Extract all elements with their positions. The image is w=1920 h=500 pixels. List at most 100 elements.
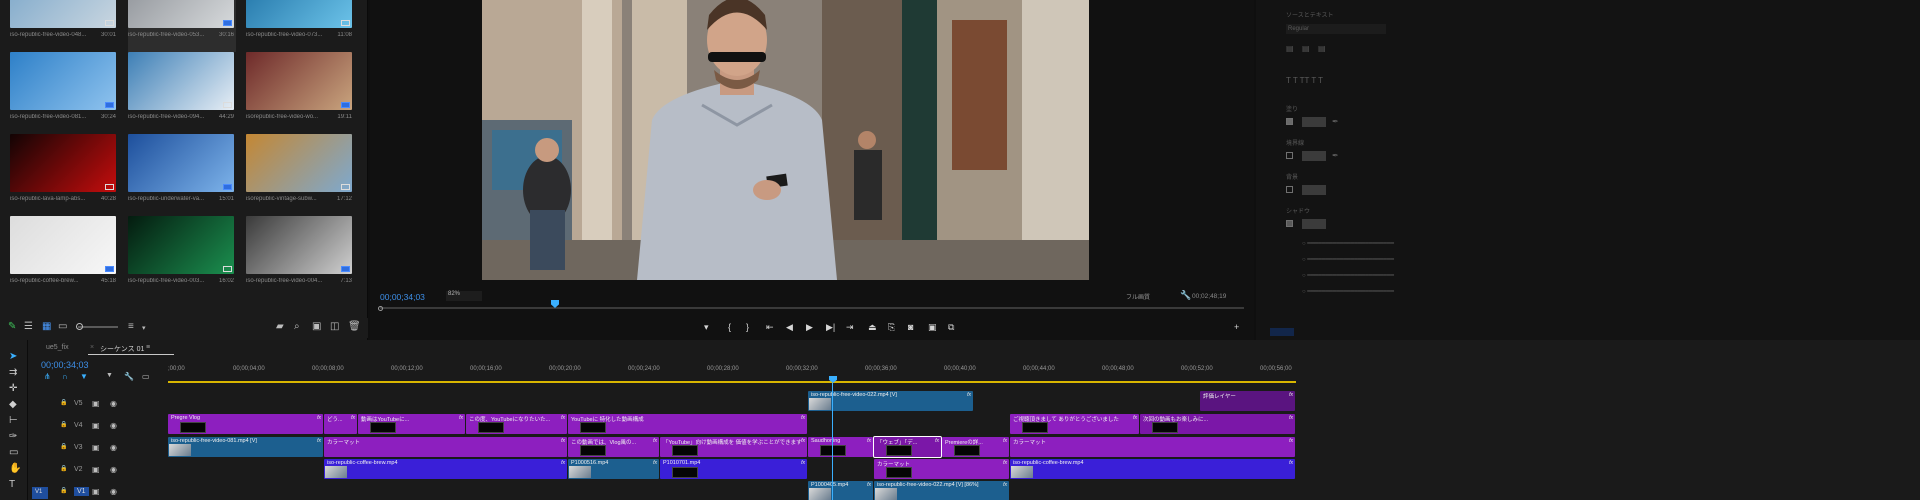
go-to-out-icon[interactable]: ⇥ xyxy=(846,322,854,332)
quality-dropdown[interactable]: フル画質 xyxy=(1126,292,1150,301)
eye-icon[interactable]: ◉ xyxy=(110,421,117,430)
wrench-icon[interactable]: 🔧 xyxy=(1180,290,1191,301)
project-clip-thumbnail[interactable]: iso-republic-coffee-brew... 45:18 xyxy=(10,216,118,298)
timeline-clip[interactable]: 評価レイヤー fx xyxy=(1200,391,1295,411)
track-header-v5[interactable]: 🔒 V5 ▣ ◉ xyxy=(28,393,168,415)
timeline-ruler[interactable]: ;00;00 00;00;04;00 00;00;08;00 00;00;12;00 0… xyxy=(168,366,1298,378)
rectangle-tool-icon[interactable]: ▭ xyxy=(9,448,18,458)
trash-icon[interactable]: 🗑 xyxy=(348,322,361,332)
step-back-icon[interactable]: ◀ xyxy=(786,322,793,332)
timeline-clip[interactable]: カラーマット fx xyxy=(324,437,567,457)
timeline-clip[interactable]: 動画はYouTubeに... fx xyxy=(358,414,465,434)
camera-icon[interactable]: ◙ xyxy=(908,322,913,332)
tab-ue5-fix[interactable]: ue5_fix xyxy=(46,344,69,351)
timeline-clip[interactable]: iso-republic-free-video-081.mp4 [V] fx xyxy=(168,437,323,457)
monitor-timecode[interactable]: 00;00;34;03 xyxy=(380,292,425,302)
list-view-icon[interactable]: ☰ xyxy=(24,322,33,332)
timeline-clip[interactable]: P1010701.mp4 fx xyxy=(660,459,807,479)
align-left-icon[interactable]: ▤ xyxy=(1286,44,1294,53)
project-clip-thumbnail[interactable]: iso-republic-free-video-081... 30:24 xyxy=(10,52,118,134)
add-marker-icon[interactable]: ▾ xyxy=(704,322,709,332)
text-bold-icon[interactable]: T T TT T T xyxy=(1286,76,1323,85)
project-clip-thumbnail[interactable]: isorepublic-vintage-subw... 17:12 xyxy=(246,134,354,216)
sync-lock-icon[interactable]: ▣ xyxy=(92,421,100,430)
wrench-icon[interactable]: 🔧 xyxy=(124,372,134,381)
timeline-clip[interactable]: カラーマット fx xyxy=(874,459,1009,479)
linked-selection-icon[interactable]: ∩ xyxy=(62,372,68,381)
export-frame-icon[interactable]: ⧉ xyxy=(948,322,954,332)
close-icon[interactable]: × xyxy=(90,344,94,351)
track-header-v1[interactable]: 🔒 V1 ▣ ◉ V1 xyxy=(28,481,168,500)
eye-icon[interactable]: ◉ xyxy=(110,465,117,474)
go-to-in-icon[interactable]: ⇤ xyxy=(766,322,774,332)
freeform-view-icon[interactable]: ▭ xyxy=(58,322,67,332)
zoom-slider[interactable] xyxy=(78,326,118,328)
timeline-clip[interactable]: この動画では、Vlog風の... fx xyxy=(568,437,659,457)
lock-icon[interactable]: 🔒 xyxy=(60,399,67,406)
sync-lock-icon[interactable]: ▣ xyxy=(92,443,100,452)
eyedropper-icon[interactable]: ✒ xyxy=(1332,151,1339,160)
eye-icon[interactable]: ◉ xyxy=(110,399,117,408)
stroke-color-swatch[interactable] xyxy=(1302,151,1326,161)
search-icon[interactable]: ⌕ xyxy=(294,322,300,332)
lock-icon[interactable]: 🔒 xyxy=(60,443,67,450)
mark-out-icon[interactable]: } xyxy=(746,322,749,332)
timeline-playhead-line[interactable] xyxy=(832,383,833,500)
new-item-icon[interactable]: ◫ xyxy=(330,322,339,332)
extract-icon[interactable]: ⎘ xyxy=(888,322,895,332)
timeline-clip[interactable]: カラーマット fx xyxy=(1010,437,1295,457)
lock-icon[interactable]: 🔒 xyxy=(60,421,67,428)
step-forward-icon[interactable]: ▶| xyxy=(826,322,835,332)
timeline-clip[interactable]: 次回の動画もお楽しみに... fx xyxy=(1140,414,1295,434)
pen-tool-icon[interactable]: ✑ xyxy=(9,432,17,442)
compare-view-icon[interactable]: ▣ xyxy=(928,322,937,332)
lift-icon[interactable]: ⏏ xyxy=(868,322,877,332)
eye-icon[interactable]: ◉ xyxy=(110,487,117,496)
timeline-clip[interactable]: Saudhoning fx xyxy=(808,437,873,457)
tab-sequence-01[interactable]: シーケンス 01 xyxy=(100,344,144,354)
timeline-timecode[interactable]: 00;00;34;03 xyxy=(41,360,89,370)
project-clip-thumbnail[interactable]: iso-republic-free-video-004... 7:13 xyxy=(246,216,354,298)
lock-icon[interactable]: 🔒 xyxy=(60,487,67,494)
project-clip-thumbnail[interactable]: iso-republic-free-video-003... 16:02 xyxy=(128,216,236,298)
timeline-clip[interactable]: iso-republic-free-video-022.mp4 [V] [86%… xyxy=(874,481,1009,500)
eye-icon[interactable]: ◉ xyxy=(110,443,117,452)
project-clip-thumbnail[interactable]: iso-republic-lava-lamp-abs... 40:28 xyxy=(10,134,118,216)
sync-lock-icon[interactable]: ▣ xyxy=(92,399,100,408)
track-select-icon[interactable]: ⇉ xyxy=(9,368,17,378)
project-clip-thumbnail[interactable]: iso-republic-underwater-va... 15:01 xyxy=(128,134,236,216)
captions-icon[interactable]: ▭ xyxy=(142,372,150,381)
bin-icon[interactable]: ▰ xyxy=(276,322,284,332)
pencil-icon[interactable]: ✎ xyxy=(8,322,16,332)
shadow-color-swatch[interactable] xyxy=(1302,219,1326,229)
chevron-down-icon[interactable]: ▾ xyxy=(142,324,146,334)
monitor-time-ruler[interactable] xyxy=(380,307,1244,309)
timeline-clip[interactable]: P1000516.mp4 fx xyxy=(568,459,659,479)
sync-lock-icon[interactable]: ▣ xyxy=(92,487,100,496)
font-style-dropdown[interactable]: Regular xyxy=(1286,24,1386,34)
background-color-swatch[interactable] xyxy=(1302,185,1326,195)
project-clip-thumbnail[interactable]: iso-republic-free-video-073... 11:08 xyxy=(246,0,354,52)
lock-icon[interactable]: 🔒 xyxy=(60,465,67,472)
timeline-clip[interactable]: P1000405.mp4 fx xyxy=(808,481,873,500)
timeline-clip[interactable]: 「YouTube」向け動画構成を 価値を学ぶことができます fx xyxy=(660,437,807,457)
timeline-clip[interactable]: YouTubeに 特化した動画構成 fx xyxy=(568,414,807,434)
timeline-clip[interactable]: Premiereの詳... fx xyxy=(942,437,1009,457)
timeline-clip[interactable]: この度、YouTubeになりたいた... fx xyxy=(466,414,567,434)
timeline-clip[interactable]: 「ウェブ」「デ... fx xyxy=(873,436,942,458)
tab-menu-icon[interactable]: ≡ xyxy=(146,344,150,351)
track-header-v3[interactable]: 🔒 V3 ▣ ◉ xyxy=(28,437,168,459)
align-center-icon[interactable]: ▤ xyxy=(1302,44,1310,53)
timeline-clip[interactable]: iso-republic-coffee-brew.mp4 fx xyxy=(1010,459,1295,479)
project-clip-thumbnail[interactable]: isorepublic-free-video-wo... 19:11 xyxy=(246,52,354,134)
track-header-v2[interactable]: 🔒 V2 ▣ ◉ xyxy=(28,459,168,481)
add-button-icon[interactable]: + xyxy=(1234,322,1239,332)
timeline-clip[interactable]: Pregre Vlog fx xyxy=(168,414,323,434)
eyedropper-icon[interactable]: ✒ xyxy=(1332,117,1339,126)
timeline-clip[interactable]: ご視聴頂きまして ありがとうございました fx xyxy=(1010,414,1139,434)
sync-lock-icon[interactable]: ▣ xyxy=(92,465,100,474)
mark-in-icon[interactable]: { xyxy=(728,322,731,332)
timeline-clip[interactable]: iso-republic-coffee-brew.mp4 fx xyxy=(324,459,567,479)
project-clip-thumbnail[interactable]: iso-republic-free-video-053... 30:16 xyxy=(128,0,236,52)
hand-tool-icon[interactable]: ✋ xyxy=(9,464,21,474)
